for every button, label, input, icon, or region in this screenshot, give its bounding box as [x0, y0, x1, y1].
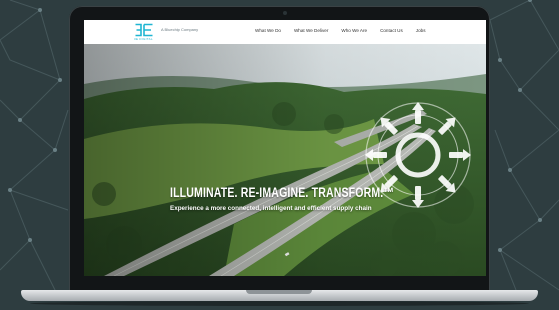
nav-item-what-we-deliver[interactable]: What We Deliver: [294, 28, 328, 33]
hero-section: ILLUMINATE. RE-IMAGINE. TRANSFORM.™ Expe…: [84, 44, 486, 276]
nav-item-what-we-do[interactable]: What We Do: [255, 28, 281, 33]
nav-item-jobs[interactable]: Jobs: [416, 28, 426, 33]
laptop-shadow: [30, 301, 529, 306]
nav-item-who-we-are[interactable]: Who We Are: [341, 28, 367, 33]
laptop-screen: 3E DIGITAL A Bluechip Company What We Do…: [84, 20, 486, 276]
hero-subheadline: Experience a more connected, intelligent…: [170, 205, 372, 212]
laptop-camera: [283, 11, 287, 15]
tagline: A Bluechip Company: [161, 27, 199, 32]
laptop-base-notch: [246, 290, 312, 294]
nav-item-contact-us[interactable]: Contact Us: [380, 28, 403, 33]
logo-subtext: 3E DIGITAL: [134, 37, 153, 41]
site-header: 3E DIGITAL A Bluechip Company What We Do…: [84, 20, 486, 45]
brand-logo-icon[interactable]: [134, 23, 154, 37]
hero-headline: ILLUMINATE. RE-IMAGINE. TRANSFORM.™: [170, 185, 395, 200]
main-nav: What We Do What We Deliver Who We Are Co…: [255, 28, 426, 33]
